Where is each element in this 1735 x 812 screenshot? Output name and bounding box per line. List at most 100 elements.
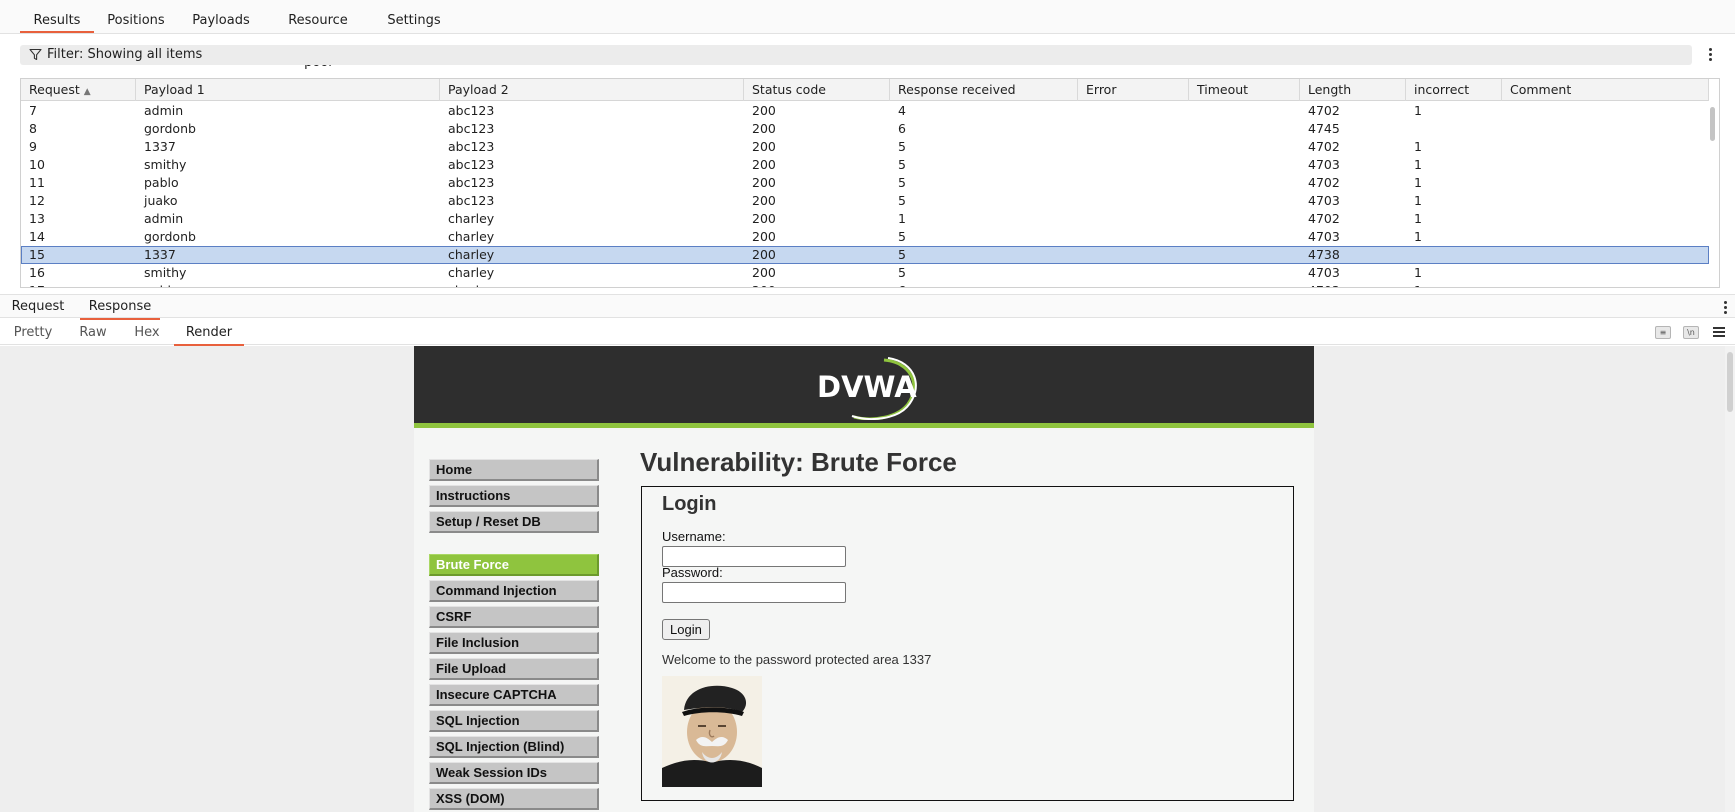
hamburger-menu-icon[interactable] (1713, 327, 1725, 338)
tab-resource-pool[interactable]: Resource pool (274, 0, 362, 70)
table-row[interactable]: 7 admin abc123 200 4 4702 1 (21, 102, 1709, 120)
cell-payload2: abc123 (448, 193, 495, 208)
cell-request: 12 (29, 193, 45, 208)
render-panel: DVWA Home Instructions Setup / Reset DB … (0, 346, 1735, 812)
cell-incorrect: 1 (1406, 282, 1502, 287)
cell-error (1078, 246, 1189, 264)
cell-request: 14 (29, 229, 45, 244)
menu-item-command-injection[interactable]: Command Injection (429, 580, 599, 602)
cell-received: 4 (898, 103, 906, 118)
cell-comment (1502, 264, 1709, 282)
column-header-request[interactable]: Request ▲ (21, 79, 136, 101)
cell-status: 200 (744, 282, 890, 287)
cell-timeout (1189, 192, 1300, 210)
column-header-error[interactable]: Error (1078, 79, 1189, 101)
cell-timeout (1189, 246, 1300, 264)
username-label: Username: (662, 529, 726, 544)
menu-item-home[interactable]: Home (429, 459, 599, 481)
cell-error (1078, 228, 1189, 246)
menu-item-sql-injection-blind[interactable]: SQL Injection (Blind) (429, 736, 599, 758)
cell-payload1: 1337 (144, 139, 176, 154)
cell-payload1: pablo (136, 282, 440, 287)
cell-payload1: juako (144, 193, 178, 208)
cell-received: 5 (898, 247, 906, 262)
table-row[interactable]: 13 admin charley 200 1 4702 1 (21, 210, 1709, 228)
cell-error (1078, 102, 1189, 120)
menu-item-file-inclusion[interactable]: File Inclusion (429, 632, 599, 654)
password-input[interactable] (662, 582, 846, 603)
tab-positions[interactable]: Positions (105, 0, 167, 34)
column-header-timeout[interactable]: Timeout (1189, 79, 1300, 101)
column-header-incorrect[interactable]: incorrect (1406, 79, 1502, 101)
table-row[interactable]: 8 gordonb abc123 200 6 4745 (21, 120, 1709, 138)
menu-item-brute-force[interactable]: Brute Force (429, 554, 599, 576)
cell-error (1078, 264, 1189, 282)
menu-item-sql-injection[interactable]: SQL Injection (429, 710, 599, 732)
column-header-status-code[interactable]: Status code (744, 79, 890, 101)
table-row[interactable]: 16 smithy charley 200 5 4703 1 (21, 264, 1709, 282)
cell-status: 200 (752, 103, 776, 118)
login-button[interactable]: Login (662, 619, 710, 640)
column-header-length[interactable]: Length (1300, 79, 1406, 101)
table-row[interactable]: 11 pablo abc123 200 5 4702 1 (21, 174, 1709, 192)
tab-payloads[interactable]: Payloads (190, 0, 252, 34)
cell-incorrect: 1 (1414, 211, 1422, 226)
menu-item-setup-reset-db[interactable]: Setup / Reset DB (429, 511, 599, 533)
results-more-options-icon[interactable] (1703, 46, 1717, 62)
tab-response[interactable]: Response (80, 295, 160, 320)
dvwa-header: DVWA (414, 346, 1314, 428)
column-header-payload-2[interactable]: Payload 2 (440, 79, 744, 101)
cell-length: 4702 (1308, 175, 1340, 190)
cell-incorrect: 1 (1414, 175, 1422, 190)
tab-hex[interactable]: Hex (126, 320, 168, 345)
user-avatar-image (662, 676, 762, 787)
cell-status: 200 (752, 139, 776, 154)
menu-item-xss-dom[interactable]: XSS (DOM) (429, 788, 599, 810)
cell-request: 16 (29, 265, 45, 280)
table-row[interactable]: 15 1337 charley 200 5 4738 (21, 246, 1709, 264)
cell-incorrect (1406, 120, 1502, 138)
wrap-lines-icon[interactable]: ≡ (1655, 326, 1671, 339)
menu-item-weak-session-ids[interactable]: Weak Session IDs (429, 762, 599, 784)
cell-error (1078, 282, 1189, 287)
table-scrollbar[interactable] (1709, 101, 1717, 287)
cell-payload2: charley (448, 211, 495, 226)
newline-icon[interactable]: \n (1683, 326, 1699, 339)
table-row[interactable]: 10 smithy abc123 200 5 4703 1 (21, 156, 1709, 174)
cell-incorrect: 1 (1414, 193, 1422, 208)
filter-icon (29, 48, 42, 61)
tab-settings[interactable]: Settings (386, 0, 442, 34)
tab-results[interactable]: Results (20, 0, 94, 34)
cell-received: 6 (898, 121, 906, 136)
cell-length: 4703 (1308, 193, 1340, 208)
cell-payload1: admin (144, 211, 184, 226)
tab-pretty[interactable]: Pretty (8, 320, 58, 345)
menu-item-insecure-captcha[interactable]: Insecure CAPTCHA (429, 684, 599, 706)
menu-item-instructions[interactable]: Instructions (429, 485, 599, 507)
message-more-options-icon[interactable] (1718, 299, 1732, 315)
message-tab-bar: Request Response (0, 294, 1735, 320)
column-header-response-received[interactable]: Response received (890, 79, 1078, 101)
username-input[interactable] (662, 546, 846, 567)
table-row[interactable]: 14 gordonb charley 200 5 4703 1 (21, 228, 1709, 246)
sort-ascending-icon: ▲ (83, 87, 91, 97)
cell-request: 11 (29, 175, 45, 190)
filter-bar[interactable]: Filter: Showing all items (20, 45, 1692, 65)
tab-render[interactable]: Render (174, 320, 244, 346)
cell-error (1078, 174, 1189, 192)
table-row[interactable]: 12 juako abc123 200 5 4703 1 (21, 192, 1709, 210)
filter-text: Filter: Showing all items (47, 47, 203, 62)
cell-status: 200 (752, 247, 776, 262)
cell-error (1078, 210, 1189, 228)
column-header-comment[interactable]: Comment (1502, 79, 1709, 101)
cell-received: 5 (898, 175, 906, 190)
menu-item-csrf[interactable]: CSRF (429, 606, 599, 628)
tab-request[interactable]: Request (8, 295, 68, 319)
render-scrollbar[interactable] (1725, 346, 1735, 812)
column-header-payload-1[interactable]: Payload 1 (136, 79, 440, 101)
menu-item-file-upload[interactable]: File Upload (429, 658, 599, 680)
table-row[interactable]: 17pablocharley2006 47031 (21, 282, 1709, 287)
tab-raw[interactable]: Raw (72, 320, 114, 345)
table-row[interactable]: 9 1337 abc123 200 5 4702 1 (21, 138, 1709, 156)
cell-payload1: admin (144, 103, 184, 118)
